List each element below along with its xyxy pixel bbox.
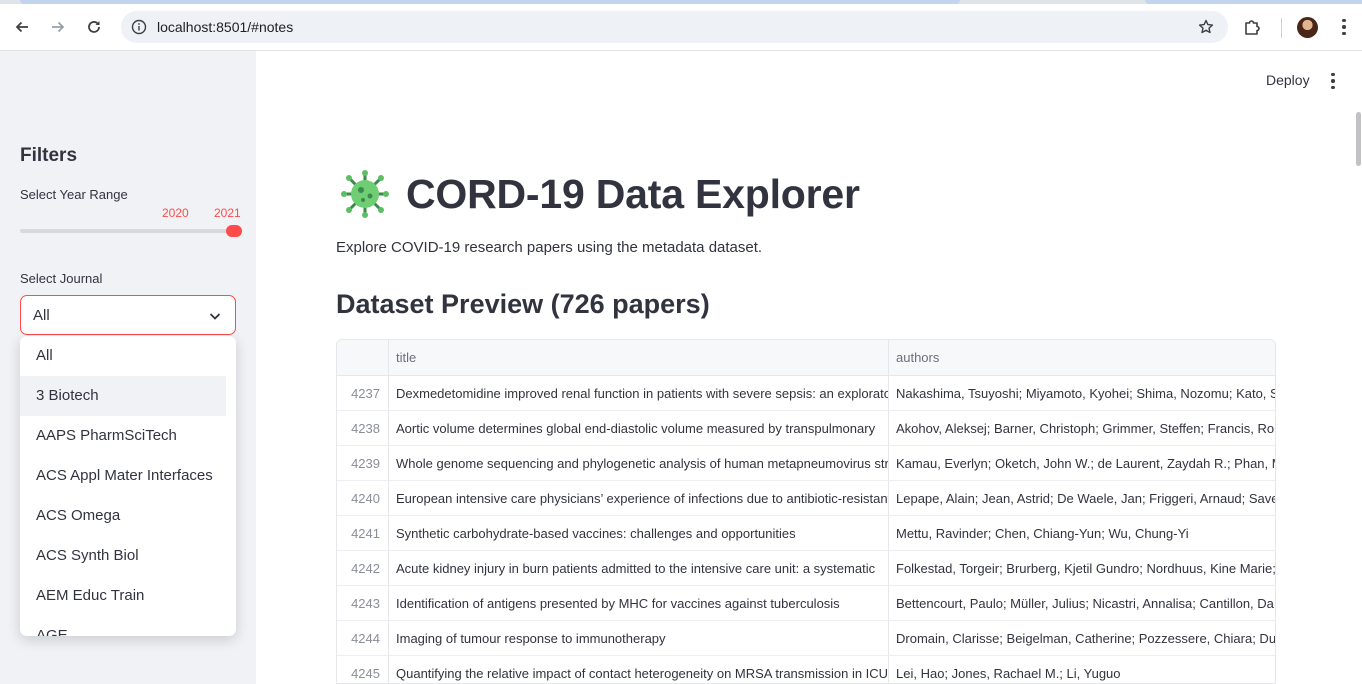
dropdown-option[interactable]: ACS Synth Biol: [20, 536, 226, 576]
authors-cell[interactable]: Dromain, Clarisse; Beigelman, Catherine;…: [888, 621, 1275, 656]
slider-thumb[interactable]: [226, 225, 242, 237]
journal-dropdown: All 3 Biotech AAPS PharmSciTech ACS Appl…: [20, 336, 236, 636]
column-header-authors[interactable]: authors: [888, 340, 939, 376]
dropdown-option[interactable]: AAPS PharmSciTech: [20, 416, 226, 456]
browser-toolbar: localhost:8501/#notes: [0, 4, 1362, 51]
authors-cell[interactable]: Kamau, Everlyn; Oketch, John W.; de Laur…: [888, 446, 1275, 481]
browser-menu-icon[interactable]: [1334, 16, 1354, 38]
chevron-down-icon: [209, 313, 221, 320]
authors-cell[interactable]: Lei, Hao; Jones, Rachael M.; Li, Yuguo: [888, 656, 1275, 683]
authors-cell[interactable]: Lepape, Alain; Jean, Astrid; De Waele, J…: [888, 481, 1275, 516]
row-index: 4237: [351, 386, 380, 401]
data-table[interactable]: title authors 4237 Dexmedetomidine impro…: [336, 339, 1276, 684]
journal-label: Select Journal: [20, 271, 103, 286]
row-index: 4241: [351, 526, 380, 541]
column-header-title[interactable]: title: [388, 340, 416, 376]
table-row[interactable]: 4238 Aortic volume determines global end…: [337, 411, 1275, 446]
intro-text: Explore COVID-19 research papers using t…: [336, 239, 763, 256]
dropdown-option[interactable]: ACS Appl Mater Interfaces: [20, 456, 226, 496]
dropdown-option[interactable]: All: [20, 336, 226, 376]
table-row[interactable]: 4245 Quantifying the relative impact of …: [337, 656, 1275, 683]
journal-select[interactable]: All: [20, 295, 236, 335]
table-row[interactable]: 4240 European intensive care physicians’…: [337, 481, 1275, 516]
reload-icon[interactable]: [80, 13, 108, 41]
year-range-label: Select Year Range: [20, 187, 128, 202]
row-index: 4242: [351, 561, 380, 576]
back-icon[interactable]: [8, 13, 36, 41]
dropdown-option[interactable]: ACS Omega: [20, 496, 226, 536]
dropdown-option[interactable]: AGE: [20, 616, 226, 636]
authors-cell[interactable]: Akohov, Aleksej; Barner, Christoph; Grim…: [888, 411, 1275, 446]
title-cell[interactable]: Quantifying the relative impact of conta…: [388, 656, 888, 683]
authors-cell[interactable]: Nakashima, Tsuyoshi; Miyamoto, Kyohei; S…: [888, 376, 1275, 411]
row-index: 4238: [351, 421, 380, 436]
preview-heading: Dataset Preview (726 papers): [336, 289, 710, 319]
extensions-icon[interactable]: [1242, 17, 1262, 42]
toolbar-divider: [1281, 18, 1282, 38]
forward-icon[interactable]: [44, 13, 72, 41]
scrollbar[interactable]: [1356, 112, 1361, 166]
title-cell[interactable]: Synthetic carbohydrate-based vaccines: c…: [388, 516, 888, 551]
site-info-icon[interactable]: [129, 17, 149, 37]
row-index: 4239: [351, 456, 380, 471]
table-header: title authors: [337, 340, 1275, 376]
authors-cell[interactable]: Mettu, Ravinder; Chen, Chiang-Yun; Wu, C…: [888, 516, 1275, 551]
virus-icon: [341, 170, 389, 218]
table-row[interactable]: 4241 Synthetic carbohydrate-based vaccin…: [337, 516, 1275, 551]
title-cell[interactable]: European intensive care physicians’ expe…: [388, 481, 888, 516]
profile-avatar[interactable]: [1297, 17, 1318, 38]
authors-cell[interactable]: Bettencourt, Paulo; Müller, Julius; Nica…: [888, 586, 1275, 621]
dropdown-option[interactable]: 3 Biotech: [20, 376, 226, 416]
year-range-slider[interactable]: [20, 229, 234, 233]
title-cell[interactable]: Imaging of tumour response to immunother…: [388, 621, 888, 656]
row-index: 4240: [351, 491, 380, 506]
journal-selected-value: All: [33, 307, 50, 324]
title-cell[interactable]: Acute kidney injury in burn patients adm…: [388, 551, 888, 586]
url-text: localhost:8501/#notes: [157, 19, 294, 35]
title-cell[interactable]: Dexmedetomidine improved renal function …: [388, 376, 888, 411]
deploy-button[interactable]: Deploy: [1266, 72, 1310, 88]
table-row[interactable]: 4242 Acute kidney injury in burn patient…: [337, 551, 1275, 586]
title-cell[interactable]: Aortic volume determines global end-dias…: [388, 411, 888, 446]
title-cell[interactable]: Whole genome sequencing and phylogenetic…: [388, 446, 888, 481]
page-title: CORD-19 Data Explorer: [406, 170, 860, 217]
table-row[interactable]: 4239 Whole genome sequencing and phyloge…: [337, 446, 1275, 481]
slider-max-value: 2021: [214, 206, 241, 220]
table-row[interactable]: 4243 Identification of antigens presente…: [337, 586, 1275, 621]
row-index: 4244: [351, 631, 380, 646]
sidebar-title: Filters: [20, 145, 78, 166]
authors-cell[interactable]: Folkestad, Torgeir; Brurberg, Kjetil Gun…: [888, 551, 1275, 586]
slider-min-value: 2020: [162, 206, 189, 220]
table-row[interactable]: 4244 Imaging of tumour response to immun…: [337, 621, 1275, 656]
title-cell[interactable]: Identification of antigens presented by …: [388, 586, 888, 621]
row-index: 4245: [351, 666, 380, 681]
row-index: 4243: [351, 596, 380, 611]
address-bar[interactable]: localhost:8501/#notes: [121, 11, 1228, 43]
page-title-row: CORD-19 Data Explorer: [340, 168, 860, 220]
table-row[interactable]: 4237 Dexmedetomidine improved renal func…: [337, 376, 1275, 411]
bookmark-star-icon[interactable]: [1196, 17, 1216, 37]
dropdown-option[interactable]: AEM Educ Train: [20, 576, 226, 616]
app-menu-icon[interactable]: [1325, 70, 1341, 92]
